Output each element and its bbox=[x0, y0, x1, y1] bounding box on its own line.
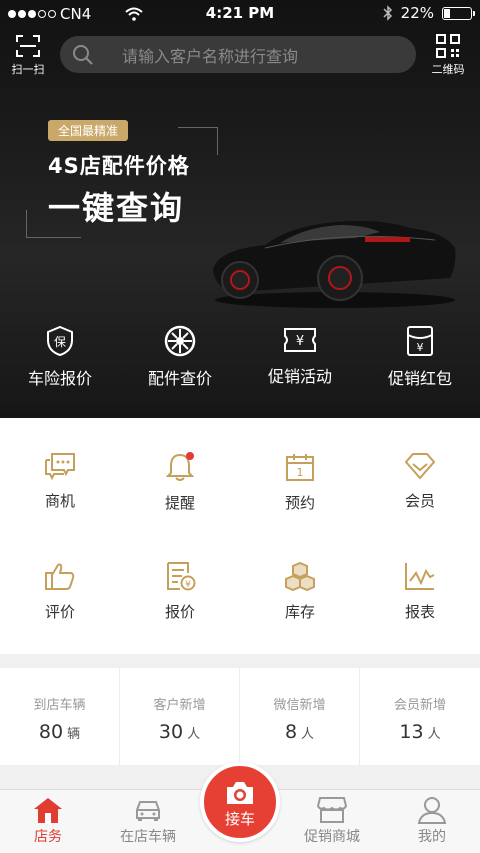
grid-item-member[interactable]: 会员 bbox=[360, 452, 480, 511]
wheel-icon bbox=[164, 325, 196, 357]
battery-percent: 22% bbox=[400, 4, 434, 22]
quick-action-parts[interactable]: 配件查价 bbox=[120, 320, 240, 400]
status-bar: CN4 4:21 PM 22% bbox=[0, 0, 480, 28]
diamond-icon bbox=[404, 453, 436, 480]
svg-text:1: 1 bbox=[297, 466, 304, 479]
tab-mine[interactable]: 我的 bbox=[384, 796, 480, 846]
coupon-icon: ¥ bbox=[284, 328, 316, 352]
search-input[interactable]: 请输入客户名称进行查询 bbox=[60, 36, 416, 73]
grid-item-appointment[interactable]: 1 预约 bbox=[240, 452, 360, 513]
svg-text:¥: ¥ bbox=[296, 334, 304, 349]
quick-action-red-packet[interactable]: ¥ 促销红包 bbox=[360, 320, 480, 400]
qr-code-icon bbox=[436, 34, 460, 58]
stat-label: 微信新增 bbox=[273, 698, 326, 713]
stats-panel: 到店车辆 80 辆 客户新增 30 人 微信新增 8人 会员新增 13 人 bbox=[0, 668, 480, 765]
quick-actions: 保 车险报价 配件查价 ¥ 促销活动 ¥ 促销红包 bbox=[0, 320, 480, 400]
grid-label: 库存 bbox=[284, 603, 315, 621]
function-grid: 商机 提醒 1 预约 会员 评价 ¥ 报价 库存 报表 bbox=[0, 418, 480, 654]
quick-action-label: 车险报价 bbox=[27, 369, 92, 388]
red-packet-icon: ¥ bbox=[407, 326, 433, 356]
section-divider bbox=[0, 654, 480, 668]
stat-label: 到店车辆 bbox=[33, 698, 86, 713]
chart-icon bbox=[405, 563, 435, 590]
boxes-icon bbox=[285, 561, 315, 591]
grid-label: 报表 bbox=[404, 603, 435, 621]
stat-label: 会员新增 bbox=[393, 698, 446, 713]
notification-dot bbox=[186, 452, 194, 460]
user-icon bbox=[417, 797, 447, 824]
search-placeholder: 请输入客户名称进行查询 bbox=[122, 46, 299, 66]
stat-value: 80 bbox=[38, 721, 64, 743]
hero-section: CN4 4:21 PM 22% 扫一扫 请输入客户名称进行查询 二维码 全国最精… bbox=[0, 0, 480, 418]
stat-unit: 辆 bbox=[67, 727, 81, 742]
tab-label: 促销商城 bbox=[304, 829, 360, 845]
stat-arrived-vehicles[interactable]: 到店车辆 80 辆 bbox=[0, 668, 120, 765]
grid-item-report[interactable]: 报表 bbox=[360, 561, 480, 622]
bluetooth-icon bbox=[383, 5, 392, 21]
banner-title-line2: 一键查询 bbox=[48, 189, 185, 227]
scan-icon bbox=[16, 35, 40, 57]
grid-label: 预约 bbox=[284, 494, 315, 512]
stat-new-wechat[interactable]: 微信新增 8人 bbox=[240, 668, 360, 765]
car-icon bbox=[136, 801, 160, 821]
stat-unit: 人 bbox=[301, 727, 315, 742]
grid-item-quotation[interactable]: ¥ 报价 bbox=[120, 561, 240, 622]
shop-icon bbox=[317, 797, 347, 823]
banner-badge: 全国最精准 bbox=[48, 120, 129, 141]
receive-car-button[interactable]: 接车 bbox=[200, 762, 280, 842]
grid-label: 会员 bbox=[404, 492, 435, 510]
grid-item-opportunity[interactable]: 商机 bbox=[0, 452, 120, 511]
svg-text:¥: ¥ bbox=[185, 580, 191, 590]
scan-label: 扫一扫 bbox=[11, 63, 45, 76]
tab-label: 在店车辆 bbox=[120, 829, 176, 845]
quick-action-promotion[interactable]: ¥ 促销活动 bbox=[240, 320, 360, 400]
stat-unit: 人 bbox=[427, 727, 441, 742]
stat-value: 13 bbox=[399, 721, 424, 743]
stat-value: 8 bbox=[284, 721, 298, 743]
shield-icon: 保 bbox=[47, 325, 73, 357]
svg-text:¥: ¥ bbox=[417, 341, 424, 354]
tab-label: 店务 bbox=[34, 829, 62, 845]
grid-label: 评价 bbox=[44, 603, 75, 621]
tab-store[interactable]: 店务 bbox=[0, 796, 96, 846]
quick-action-insurance[interactable]: 保 车险报价 bbox=[0, 320, 120, 400]
stat-new-members[interactable]: 会员新增 13 人 bbox=[360, 668, 480, 765]
grid-label: 报价 bbox=[164, 603, 195, 621]
tab-vehicles-in-store[interactable]: 在店车辆 bbox=[100, 796, 196, 846]
stat-label: 客户新增 bbox=[153, 698, 206, 713]
svg-text:保: 保 bbox=[54, 335, 66, 349]
stat-unit: 人 bbox=[187, 727, 201, 742]
battery-icon bbox=[442, 6, 475, 20]
stat-value: 30 bbox=[158, 721, 184, 743]
search-icon bbox=[73, 44, 93, 65]
qr-code-label: 二维码 bbox=[431, 63, 465, 76]
sports-car-image bbox=[213, 220, 456, 308]
stat-new-customers[interactable]: 客户新增 30 人 bbox=[120, 668, 240, 765]
qr-code-button[interactable]: 二维码 bbox=[428, 34, 468, 77]
camera-icon bbox=[227, 782, 253, 804]
calendar-icon: 1 bbox=[286, 454, 314, 481]
quote-icon: ¥ bbox=[167, 562, 196, 591]
quick-action-label: 促销红包 bbox=[387, 369, 452, 388]
banner-title-line1: 4S店配件价格 bbox=[48, 154, 190, 178]
tab-label: 我的 bbox=[418, 829, 446, 845]
chat-icon bbox=[45, 453, 75, 480]
grid-item-review[interactable]: 评价 bbox=[0, 561, 120, 622]
tab-promo-mall[interactable]: 促销商城 bbox=[284, 796, 380, 846]
grid-item-inventory[interactable]: 库存 bbox=[240, 561, 360, 622]
store-icon bbox=[34, 798, 62, 823]
receive-car-label: 接车 bbox=[224, 810, 255, 828]
grid-item-reminder[interactable]: 提醒 bbox=[120, 452, 240, 513]
thumbs-up-icon bbox=[45, 563, 75, 590]
quick-action-label: 配件查价 bbox=[147, 369, 212, 388]
grid-label: 提醒 bbox=[164, 494, 195, 512]
quick-action-label: 促销活动 bbox=[267, 367, 332, 386]
promo-banner[interactable]: 全国最精准 4S店配件价格 一键查询 bbox=[0, 95, 480, 310]
grid-label: 商机 bbox=[44, 492, 75, 510]
scan-button[interactable]: 扫一扫 bbox=[8, 34, 48, 77]
